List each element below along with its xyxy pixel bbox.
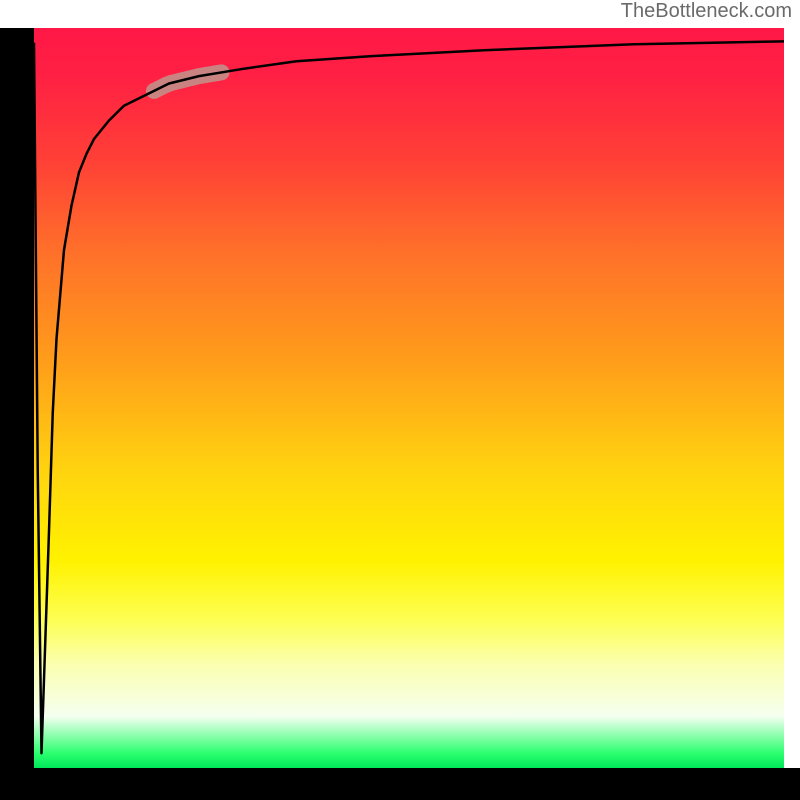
bottleneck-curve bbox=[34, 41, 784, 753]
attribution-label: TheBottleneck.com bbox=[621, 0, 792, 23]
chart-container: TheBottleneck.com bbox=[0, 0, 800, 800]
y-axis bbox=[0, 28, 34, 768]
x-axis bbox=[0, 768, 800, 800]
plot-area bbox=[34, 28, 784, 768]
curve-svg bbox=[34, 28, 784, 768]
